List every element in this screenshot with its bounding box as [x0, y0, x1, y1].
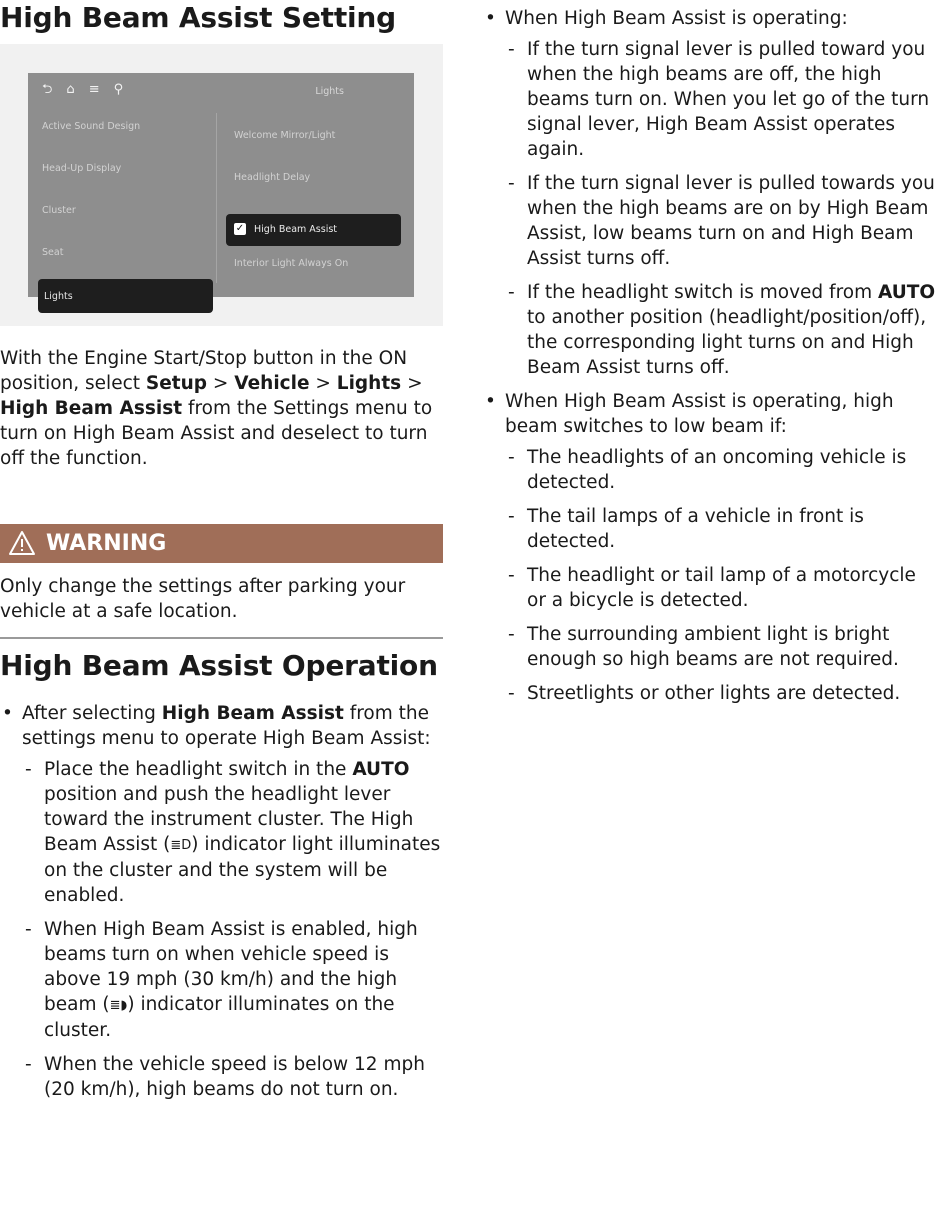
- dash-item-headlight-switch: - If the headlight switch is moved from A…: [508, 282, 936, 378]
- menu-icon: ≡: [88, 82, 100, 97]
- section-heading-setting: High Beam Assist Setting: [0, 1, 397, 34]
- high-beam-assist-indicator-icon: ≣D: [170, 838, 192, 853]
- warning-text: Only change the settings after parking y…: [0, 576, 406, 622]
- section-heading-operation: High Beam Assist Operation: [0, 649, 438, 682]
- warning-title: WARNING: [46, 531, 167, 556]
- menu-item-head-up-display: Head-Up Display: [42, 163, 122, 174]
- settings-screen-image: ⮌ ⌂ ≡ ⚲ Lights Active Sound Design Head-…: [0, 44, 443, 326]
- dash-item-oncoming-vehicle: - The headlights of an oncoming vehicle i…: [508, 447, 907, 493]
- menu-item-lights-selected: Lights: [38, 279, 213, 313]
- screen-top-bar: ⮌ ⌂ ≡ ⚲: [42, 82, 123, 98]
- dash-item-speed-below: - When the vehicle speed is below 12 mph…: [25, 1054, 425, 1100]
- option-high-beam-assist-label: High Beam Assist: [254, 224, 338, 235]
- checkbox-checked-icon: ✓: [234, 223, 246, 235]
- option-welcome-mirror-light: Welcome Mirror/Light: [234, 130, 336, 141]
- dash-item-tail-lamps: - The tail lamps of a vehicle in front is…: [508, 506, 864, 552]
- infotainment-screen: ⮌ ⌂ ≡ ⚲ Lights Active Sound Design Head-…: [28, 73, 414, 313]
- menu-item-seat: Seat: [42, 247, 64, 258]
- option-high-beam-assist-selected: ✓ High Beam Assist: [226, 214, 401, 246]
- warning-banner: WARNING: [0, 524, 443, 563]
- dash-item-place-switch: - Place the headlight switch in the AUTO…: [25, 759, 441, 906]
- option-interior-light-always-on: Interior Light Always On: [234, 258, 349, 269]
- bullet-when-operating: • When High Beam Assist is operating: -I…: [485, 8, 936, 378]
- high-beam-indicator-icon: ≣◗: [109, 998, 128, 1013]
- dash-item-turn-signal-off: - If the turn signal lever is pulled towa…: [508, 39, 930, 160]
- dash-item-ambient-light: - The surrounding ambient light is bright…: [508, 624, 899, 670]
- dash-item-turn-signal-on: - If the turn signal lever is pulled towa…: [508, 173, 935, 269]
- screen-divider: [216, 113, 217, 283]
- menu-item-cluster: Cluster: [42, 205, 76, 216]
- dash-item-streetlights: - Streetlights or other lights are detect…: [508, 683, 901, 704]
- dash-item-speed-above: - When High Beam Assist is enabled, high…: [25, 919, 418, 1041]
- warning-divider: [0, 637, 443, 639]
- intro-paragraph: With the Engine Start/Stop button in the…: [0, 348, 433, 469]
- home-icon: ⌂: [66, 82, 75, 97]
- option-headlight-delay: Headlight Delay: [234, 172, 311, 183]
- bullet-after-selecting: • After selecting High Beam Assist from …: [0, 701, 443, 1102]
- dash-item-motorcycle: - The headlight or tail lamp of a motorcy…: [508, 565, 916, 611]
- bullet-switches-to-low-beam: • When High Beam Assist is operating, hi…: [483, 389, 937, 706]
- operation-list-right: • When High Beam Assist is operating: -I…: [483, 6, 937, 715]
- back-icon: ⮌: [42, 82, 53, 97]
- warning-triangle-icon: [9, 531, 35, 555]
- menu-item-active-sound-design: Active Sound Design: [42, 121, 141, 132]
- search-icon: ⚲: [113, 82, 124, 97]
- menu-item-lights-label: Lights: [44, 291, 73, 302]
- operation-list-left: • After selecting High Beam Assist from …: [0, 701, 443, 1111]
- screen-title: Lights: [315, 86, 344, 97]
